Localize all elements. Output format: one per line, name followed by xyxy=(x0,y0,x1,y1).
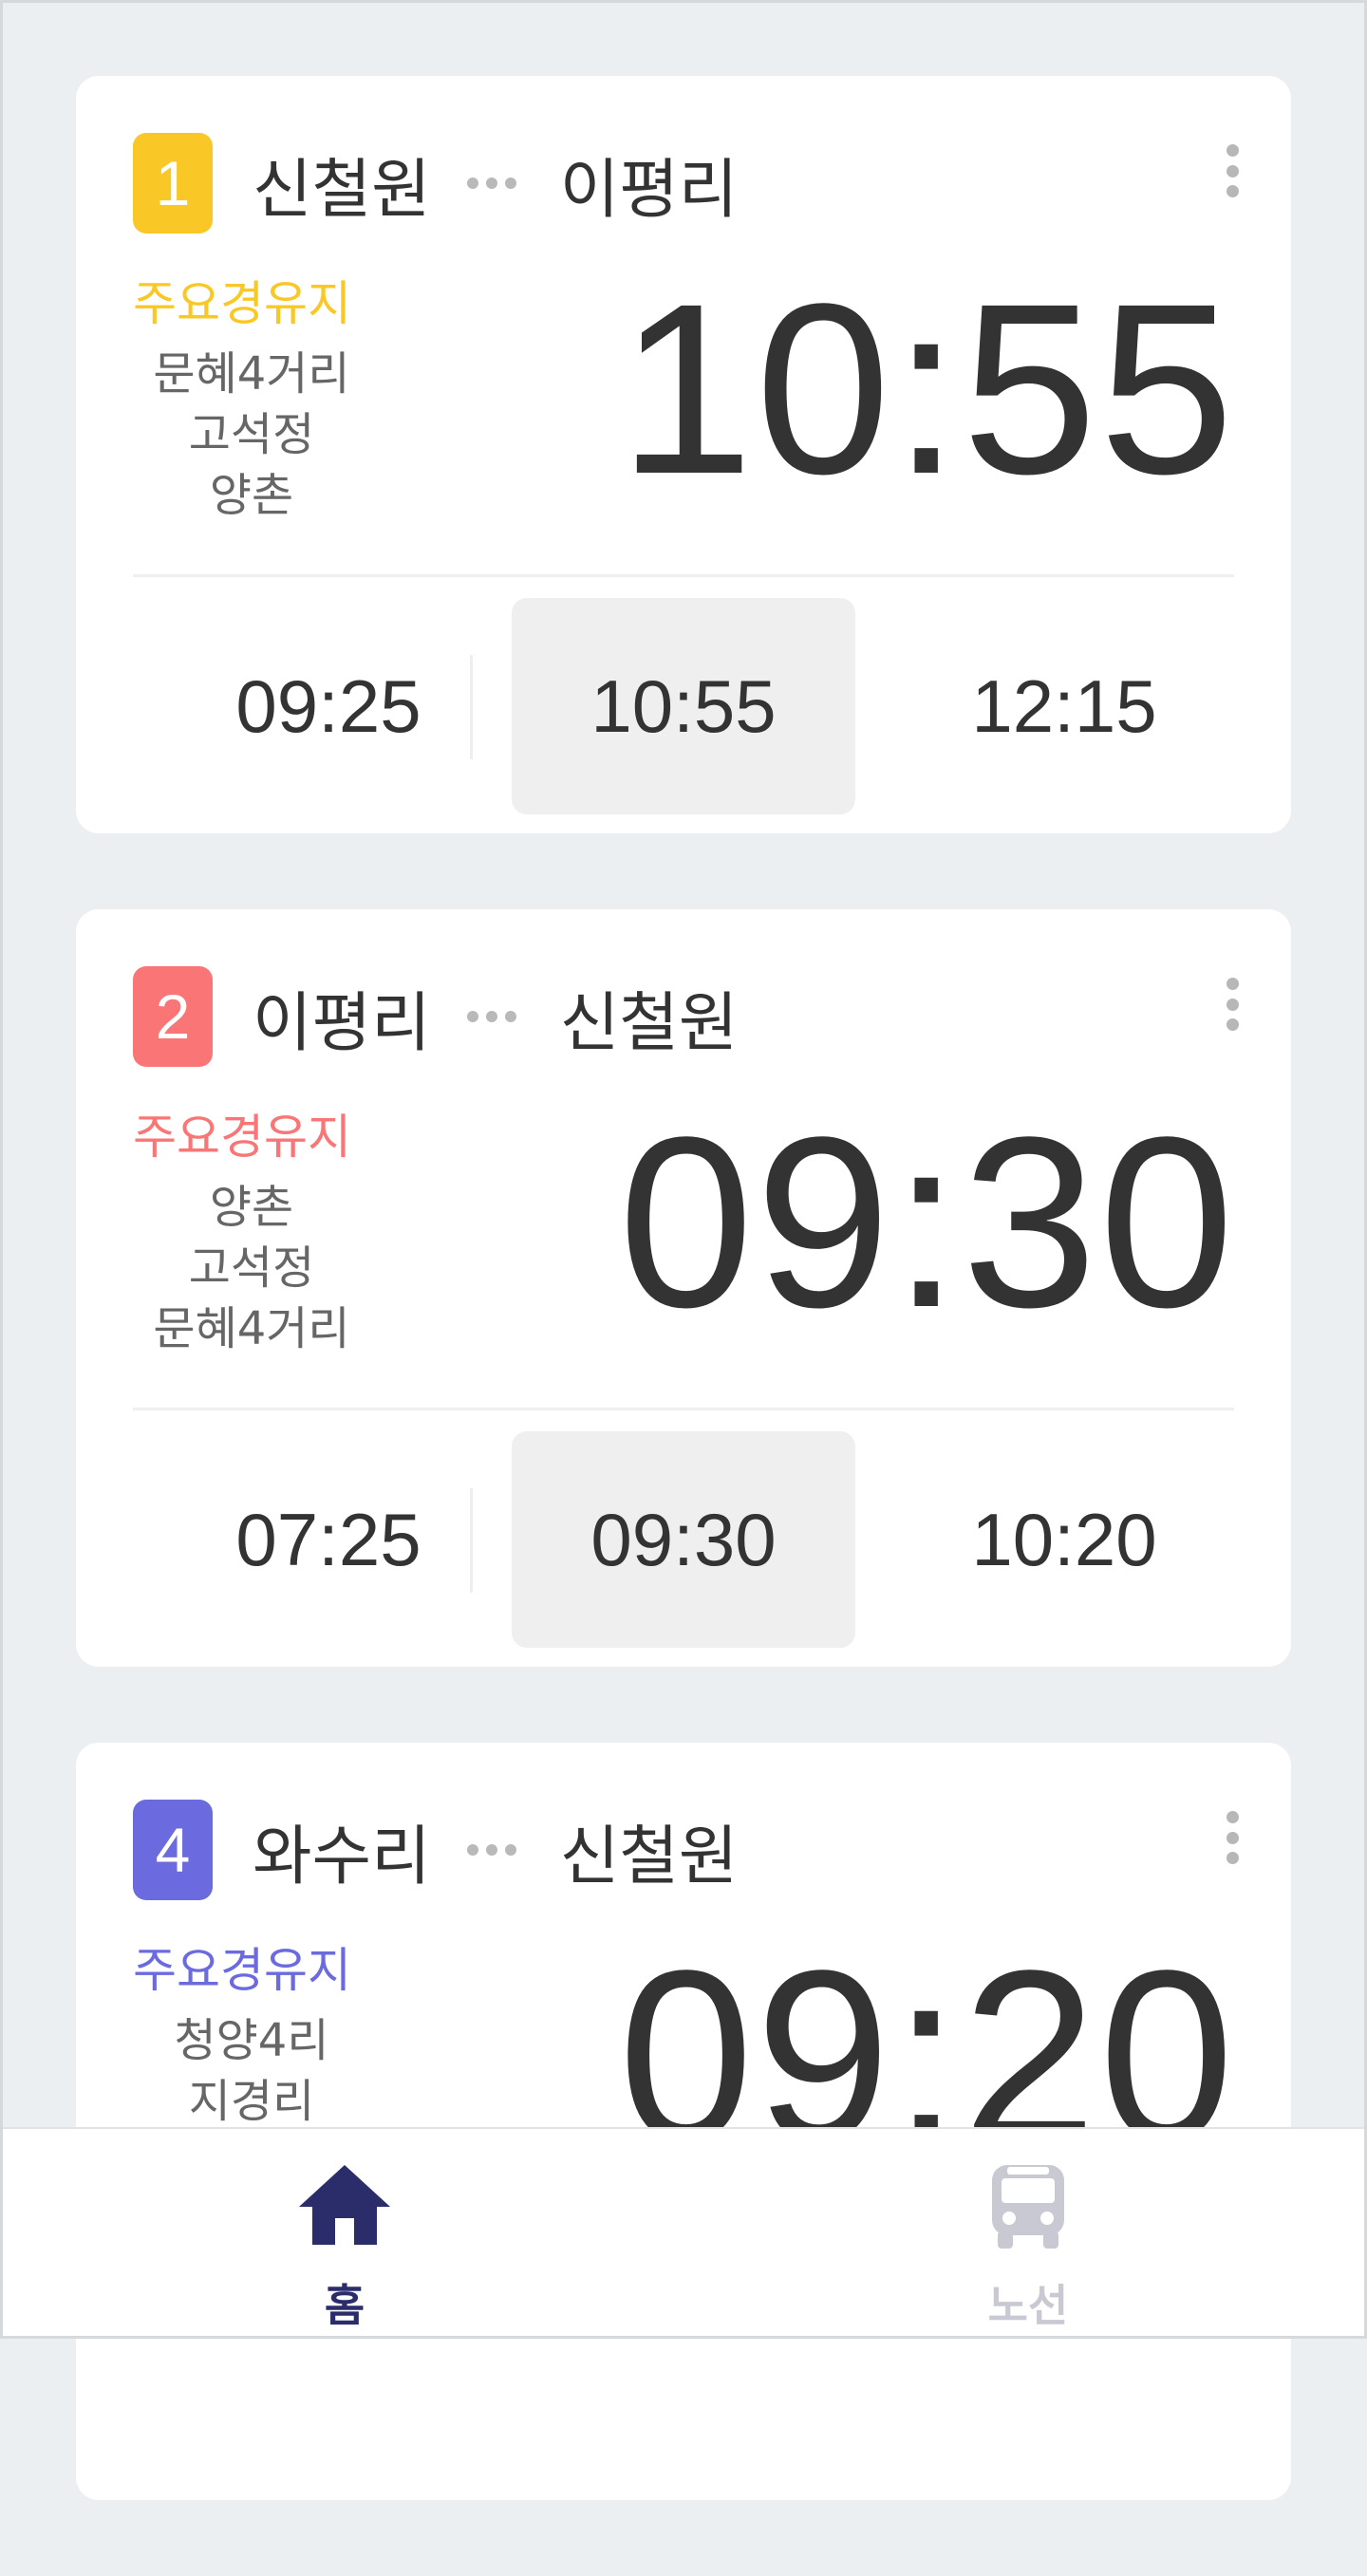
current-departure[interactable]: 09:30 xyxy=(512,1431,855,1648)
schedule-row: 07:25 09:30 10:20 xyxy=(133,1431,1234,1648)
via-stop: 양촌 xyxy=(209,469,294,522)
via-stop: 문혜4거리 xyxy=(153,347,350,401)
slot-separator xyxy=(470,655,473,759)
route-destination: 신철원 xyxy=(559,985,739,1061)
route-destination: 이평리 xyxy=(559,152,739,228)
via-stops-block: 주요경유지 문혜4거리 고석정 양촌 xyxy=(133,275,370,526)
route-direction-dots-icon xyxy=(466,177,516,189)
route-number-badge: 1 xyxy=(133,133,213,233)
more-options-icon[interactable] xyxy=(1221,978,1244,1031)
nav-home[interactable]: 홈 xyxy=(202,2129,487,2336)
via-label: 주요경유지 xyxy=(133,1110,351,1165)
route-direction-dots-icon xyxy=(466,1844,516,1856)
via-stop: 문혜4거리 xyxy=(153,1302,350,1355)
previous-departure[interactable]: 07:25 xyxy=(157,1431,500,1648)
slot-separator xyxy=(470,1488,473,1593)
more-options-icon[interactable] xyxy=(1221,1811,1244,1864)
home-icon xyxy=(299,2165,390,2245)
route-origin: 이평리 xyxy=(253,985,431,1061)
nav-routes-label: 노선 xyxy=(987,2280,1069,2331)
via-stop: 청양4리 xyxy=(174,2014,329,2067)
via-stops-block: 주요경유지 청양4리 지경리 xyxy=(133,1942,370,2132)
route-card[interactable]: 2 이평리 신철원 주요경유지 양촌 고석정 문혜4거리 09:30 07:25… xyxy=(76,909,1291,1667)
route-card[interactable]: 4 와수리 신철원 주요경유지 청양4리 지경리 09:20 xyxy=(76,1743,1291,2500)
bottom-navigation: 홈 노선 xyxy=(3,2127,1364,2336)
route-header: 2 이평리 신철원 xyxy=(133,966,738,1067)
route-origin: 신철원 xyxy=(253,152,431,228)
via-stop: 지경리 xyxy=(188,2075,315,2128)
previous-departure[interactable]: 09:25 xyxy=(157,598,500,814)
divider xyxy=(133,1408,1234,1410)
nav-home-label: 홈 xyxy=(324,2280,365,2331)
via-label: 주요경유지 xyxy=(133,1943,351,1998)
bus-icon xyxy=(992,2165,1064,2249)
via-label: 주요경유지 xyxy=(133,276,351,331)
route-header: 1 신철원 이평리 xyxy=(133,133,738,233)
route-number-badge: 4 xyxy=(133,1800,213,1900)
route-header: 4 와수리 신철원 xyxy=(133,1800,738,1900)
divider xyxy=(133,574,1234,577)
nav-routes[interactable]: 노선 xyxy=(886,2129,1170,2336)
via-stop: 양촌 xyxy=(209,1181,294,1234)
via-stops-block: 주요경유지 양촌 고석정 문혜4거리 xyxy=(133,1109,370,1359)
following-departure[interactable]: 10:20 xyxy=(892,1431,1236,1648)
more-options-icon[interactable] xyxy=(1221,144,1244,197)
via-stop: 고석정 xyxy=(188,1241,315,1295)
current-departure[interactable]: 10:55 xyxy=(512,598,855,814)
route-origin: 와수리 xyxy=(253,1819,431,1895)
following-departure[interactable]: 12:15 xyxy=(892,598,1236,814)
route-card[interactable]: 1 신철원 이평리 주요경유지 문혜4거리 고석정 양촌 10:55 09:25… xyxy=(76,76,1291,833)
schedule-row: 09:25 10:55 12:15 xyxy=(133,598,1234,814)
next-departure-time: 09:30 xyxy=(618,1087,1236,1358)
route-number-badge: 2 xyxy=(133,966,213,1067)
next-departure-time: 10:55 xyxy=(618,253,1236,525)
route-destination: 신철원 xyxy=(559,1819,739,1895)
route-direction-dots-icon xyxy=(466,1011,516,1022)
via-stop: 고석정 xyxy=(188,408,315,461)
